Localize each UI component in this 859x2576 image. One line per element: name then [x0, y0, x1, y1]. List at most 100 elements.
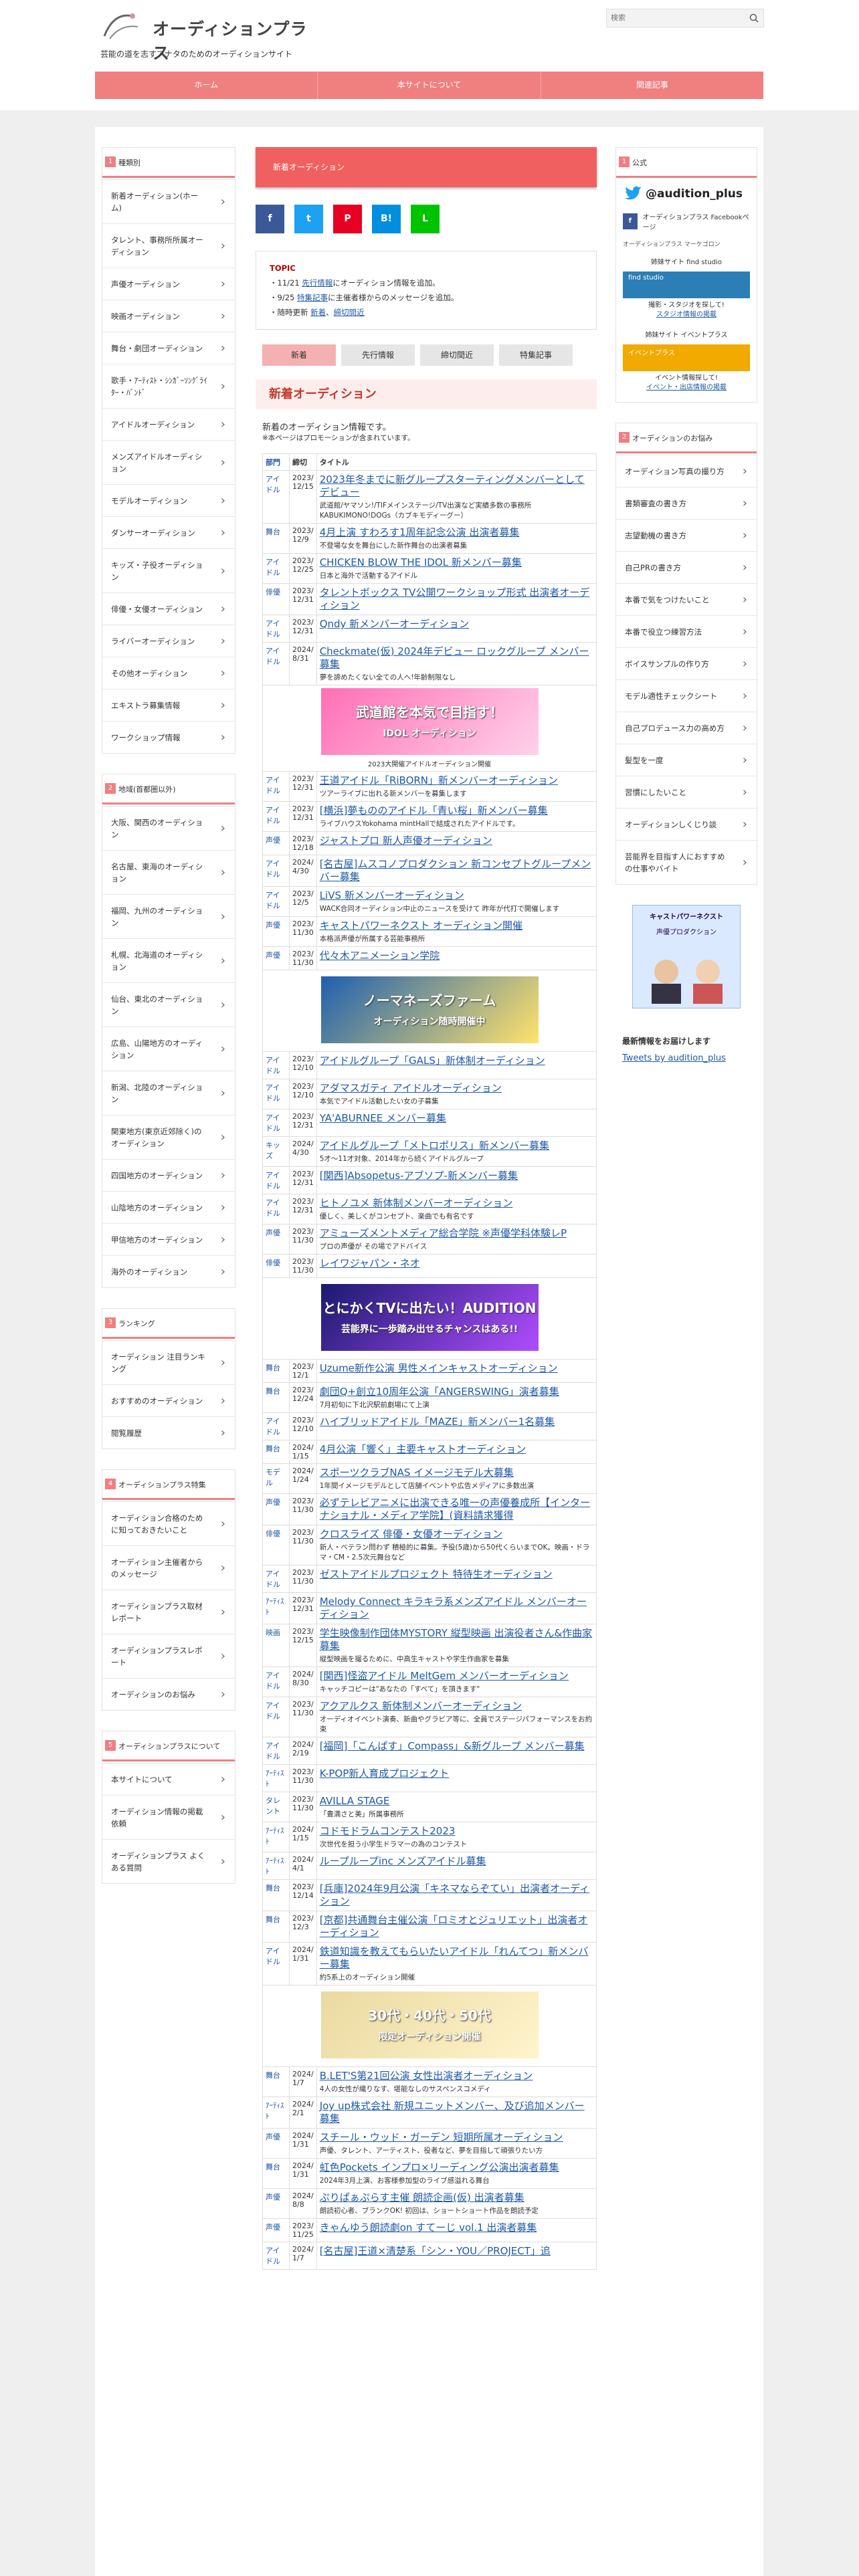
- row-category[interactable]: 声優: [262, 1493, 290, 1525]
- facebook-page-link[interactable]: f オーディションプラス Facebookページ: [623, 211, 750, 231]
- search-icon[interactable]: [749, 13, 759, 23]
- audition-ad-banner[interactable]: 武道館を本気で目指す！ IDOL オーディション: [320, 688, 539, 755]
- category-link[interactable]: オーディション 注目ランキング: [102, 1340, 235, 1384]
- tweets-link[interactable]: Tweets by audition_plus: [622, 1053, 751, 1063]
- category-link[interactable]: 札幌、北海道のオーディション: [102, 938, 235, 982]
- category-link[interactable]: モデルオーディション: [102, 484, 235, 516]
- row-category[interactable]: 声優: [262, 2128, 290, 2159]
- row-category[interactable]: アイドル: [262, 553, 290, 584]
- tip-link[interactable]: 本番で役立つ練習方法: [616, 615, 757, 647]
- category-link[interactable]: 関東地方(東京近郊除く)のオーディション: [102, 1115, 235, 1159]
- audition-title-link[interactable]: CHICKEN BLOW THE IDOL 新メンバー募集: [320, 556, 593, 569]
- topic-link-deadline[interactable]: 締切間近: [334, 308, 365, 317]
- tip-link[interactable]: 自己PRの書き方: [616, 551, 757, 583]
- row-category[interactable]: 舞台: [262, 523, 290, 554]
- row-category[interactable]: 声優: [262, 831, 290, 855]
- audition-title-link[interactable]: スチール・ウッド・ガーデン 短期所属オーディション: [320, 2131, 593, 2144]
- line-share-button[interactable]: L: [411, 205, 440, 233]
- row-category[interactable]: ｱｰﾃｨｽﾄ: [262, 1764, 290, 1792]
- audition-title-link[interactable]: [関西]Absopetus-アブソプ-新メンバー募集: [320, 1170, 593, 1182]
- audition-title-link[interactable]: 鉄道知識を教えてもらいたいアイドル「れんてつ」新メンバー募集: [320, 1945, 593, 1971]
- row-category[interactable]: アイドル: [262, 1079, 290, 1109]
- row-category[interactable]: 声優: [262, 2218, 290, 2242]
- nav-about[interactable]: 本サイトについて: [318, 72, 541, 99]
- category-link[interactable]: オーディションプラス よくある質問: [102, 1839, 235, 1883]
- audition-title-link[interactable]: [横浜]夢もののアイドル「青い桜」新メンバー募集: [320, 804, 593, 817]
- row-category[interactable]: ｱｰﾃｨｽﾄ: [262, 1822, 290, 1852]
- row-category[interactable]: アイドル: [262, 1412, 290, 1440]
- nav-home[interactable]: ホーム: [95, 72, 318, 99]
- row-category[interactable]: モデル: [262, 1463, 290, 1494]
- row-category[interactable]: 声優: [262, 1224, 290, 1255]
- category-link[interactable]: 歌手・ｱｰﾃｨｽﾄ・ｼﾝｶﾞｰｿﾝｸﾞﾗｲﾀｰ・ﾊﾞﾝﾄﾞ: [102, 364, 235, 408]
- audition-title-link[interactable]: キャストパワーネクスト オーディション開催: [320, 920, 593, 932]
- audition-title-link[interactable]: コドモドラムコンテスト2023: [320, 1825, 593, 1838]
- castpower-banner[interactable]: キャストパワーネクスト 声優プロダクション: [632, 905, 741, 1008]
- tip-link[interactable]: モデル適性チェックシート: [616, 679, 757, 712]
- audition-title-link[interactable]: [関西]怪盗アイドル MeltGem メンバーオーディション: [320, 1670, 593, 1683]
- row-category[interactable]: アイドル: [262, 771, 290, 802]
- tip-link[interactable]: 習慣にしたいこと: [616, 776, 757, 808]
- row-category[interactable]: 声優: [262, 2188, 290, 2219]
- audition-title-link[interactable]: アクアルクス 新体制メンバーオーディション: [320, 1700, 593, 1713]
- audition-title-link[interactable]: ハイブリッドアイドル「MAZE」新メンバー1名募集: [320, 1416, 593, 1428]
- tab-deadline[interactable]: 締切間近: [420, 344, 494, 366]
- twitter-account[interactable]: @audition_plus: [623, 186, 750, 202]
- audition-title-link[interactable]: ジャストプロ 新人声優オーディション: [320, 835, 593, 847]
- row-category[interactable]: アイドル: [262, 470, 290, 524]
- audition-title-link[interactable]: 必ずテレビアニメに出演できる唯一の声優養成所【インターナショナル・メディア学院】…: [320, 1497, 593, 1522]
- row-category[interactable]: アイドル: [262, 1565, 290, 1593]
- category-link[interactable]: 声優オーディション: [102, 267, 235, 300]
- tip-link[interactable]: ボイスサンプルの作り方: [616, 647, 757, 679]
- row-category[interactable]: タレント: [262, 1792, 290, 1822]
- row-category[interactable]: 俳優: [262, 583, 290, 615]
- category-link[interactable]: キッズ・子役オーディション: [102, 548, 235, 593]
- category-link[interactable]: 本サイトについて: [102, 1763, 235, 1795]
- tip-link[interactable]: 髪型を一度: [616, 744, 757, 776]
- tip-link[interactable]: 自己プロデュース力の高め方: [616, 712, 757, 744]
- audition-title-link[interactable]: ぷりぱぁぷらす主催 朗読企画(仮) 出演者募集: [320, 2191, 593, 2204]
- category-link[interactable]: 四国地方のオーディション: [102, 1159, 235, 1191]
- pinterest-share-button[interactable]: P: [333, 205, 362, 233]
- audition-title-link[interactable]: クロスライズ 俳優・女優オーディション: [320, 1528, 593, 1541]
- category-link[interactable]: 広島、山陽地方のオーディション: [102, 1027, 235, 1071]
- audition-title-link[interactable]: Joy up株式会社 新規ユニットメンバー、及び追加メンバー募集: [320, 2100, 593, 2125]
- audition-title-link[interactable]: ゼストアイドルプロジェクト 特待生オーディション: [320, 1568, 593, 1581]
- audition-title-link[interactable]: [兵庫]2024年9月公演「キネマならぞてい」出演者オーディション: [320, 1883, 593, 1908]
- row-category[interactable]: 映画: [262, 1624, 290, 1667]
- row-category[interactable]: ｱｰﾃｨｽﾄ: [262, 1592, 290, 1624]
- tip-link[interactable]: 芸能界を目指す人におすすめの仕事やバイト: [616, 840, 757, 884]
- category-link[interactable]: 山陰地方のオーディション: [102, 1191, 235, 1223]
- audition-title-link[interactable]: 2023年冬までに新グループスターティングメンバーとしてデビュー: [320, 473, 593, 499]
- nav-articles[interactable]: 関連記事: [541, 72, 763, 99]
- row-category[interactable]: 舞台: [262, 1911, 290, 1943]
- audition-title-link[interactable]: Uzume新作公演 男性メインキャストオーディション: [320, 1362, 593, 1375]
- category-link[interactable]: 大阪、関西のオーディション: [102, 806, 235, 850]
- row-category[interactable]: アイドル: [262, 1051, 290, 1079]
- audition-title-link[interactable]: AVILLA STAGE: [320, 1795, 593, 1808]
- audition-title-link[interactable]: [名古屋]ムスコノプロダクション 新コンセプトグループメンバー募集: [320, 858, 593, 883]
- audition-title-link[interactable]: ヒトノユメ 新体制メンバーオーディション: [320, 1197, 593, 1210]
- row-category[interactable]: アイドル: [262, 801, 290, 832]
- audition-title-link[interactable]: 劇団Q+創立10周年公演「ANGERSWING」演者募集: [320, 1386, 593, 1398]
- row-category[interactable]: アイドル: [262, 1109, 290, 1137]
- twitter-share-button[interactable]: t: [294, 205, 323, 233]
- audition-title-link[interactable]: アミューズメントメディア総合学院 ※声優学科体験レP: [320, 1227, 593, 1240]
- audition-title-link[interactable]: [京都]共通舞台主催公演「ロミオとジュリエット」出演者オーディション: [320, 1914, 593, 1939]
- facebook-share-button[interactable]: f: [256, 205, 284, 233]
- category-link[interactable]: オーディションプラス取材レポート: [102, 1590, 235, 1634]
- row-category[interactable]: アイドル: [262, 615, 290, 643]
- audition-title-link[interactable]: 4月公演「響く」主要キャストオーディション: [320, 1443, 593, 1456]
- row-category[interactable]: 俳優: [262, 1254, 290, 1278]
- category-link[interactable]: メンズアイドルオーディション: [102, 440, 235, 484]
- audition-title-link[interactable]: 王道アイドル「RiBORN」新メンバーオーディション: [320, 774, 593, 787]
- category-link[interactable]: オーディション情報の掲載依頼: [102, 1795, 235, 1839]
- audition-title-link[interactable]: Checkmate(仮) 2024年デビュー ロックグループ メンバー募集: [320, 645, 593, 671]
- tab-new[interactable]: 新着: [262, 344, 336, 366]
- row-category[interactable]: キッズ: [262, 1136, 290, 1167]
- studio-listing-link[interactable]: スタジオ情報の掲載: [623, 310, 750, 320]
- audition-title-link[interactable]: 学生映像制作団体MYSTORY 縦型映画 出演役者さん&作曲家募集: [320, 1627, 593, 1652]
- row-category[interactable]: 舞台: [262, 1440, 290, 1464]
- audition-title-link[interactable]: [名古屋]王道×清楚系「シン・YOU／PROJECT」追: [320, 2245, 593, 2258]
- category-link[interactable]: 仙台、東北のオーディション: [102, 982, 235, 1027]
